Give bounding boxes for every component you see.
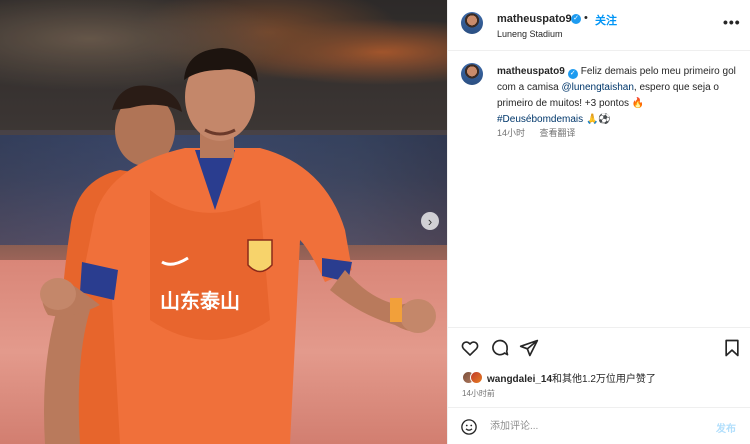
post-actions-bar bbox=[448, 327, 750, 367]
verified-badge-icon: ✓ bbox=[571, 14, 581, 24]
caption-emojis: 🙏⚽ bbox=[583, 114, 611, 125]
caption-meta: 14小时 查看翻译 bbox=[497, 126, 576, 139]
comment-input[interactable] bbox=[490, 416, 700, 436]
follow-button[interactable]: 关注 bbox=[595, 12, 617, 28]
author-avatar[interactable] bbox=[461, 12, 483, 34]
heart-icon[interactable] bbox=[460, 338, 480, 358]
players-illustration: 山东泰山 bbox=[40, 48, 436, 444]
header-separator: • bbox=[584, 12, 588, 24]
post-location[interactable]: Luneng Stadium bbox=[497, 29, 563, 39]
bookmark-icon[interactable] bbox=[722, 338, 742, 358]
liker-avatar bbox=[470, 370, 483, 384]
caption-author-avatar[interactable] bbox=[461, 63, 483, 85]
caption-username[interactable]: matheuspato9 bbox=[497, 66, 565, 77]
post-details-panel: matheuspato9 ✓ • 关注 Luneng Stadium ••• m… bbox=[447, 0, 750, 444]
liker-username[interactable]: wangdalei_14 bbox=[487, 374, 552, 385]
caption-time: 14小时 bbox=[497, 128, 526, 138]
see-translation-link[interactable]: 查看翻译 bbox=[540, 128, 576, 138]
likes-summary[interactable]: wangdalei_14和其他1.2万位用户赞了 bbox=[462, 369, 656, 385]
verified-badge-icon: ✓ bbox=[567, 69, 578, 79]
more-options-icon[interactable]: ••• bbox=[723, 14, 741, 30]
comment-bar: 发布 bbox=[448, 407, 750, 444]
caption-mention-link[interactable]: @lunengtaishan bbox=[561, 82, 633, 93]
post-caption: matheuspato9 ✓ Feliz demais pelo meu prime… bbox=[497, 64, 739, 128]
chevron-right-icon: › bbox=[427, 213, 433, 229]
emoji-icon[interactable] bbox=[460, 418, 478, 436]
share-icon[interactable] bbox=[519, 338, 539, 358]
carousel-next-button[interactable]: › bbox=[421, 212, 439, 230]
post-header: matheuspato9 ✓ • 关注 Luneng Stadium ••• bbox=[448, 0, 750, 51]
jersey-sponsor-text: 山东泰山 bbox=[160, 289, 240, 313]
likes-rest: 和其他1.2万位用户赞了 bbox=[552, 373, 656, 385]
post-comment-button[interactable]: 发布 bbox=[716, 420, 736, 435]
post-timestamp: 14小时前 bbox=[462, 389, 495, 398]
comment-icon[interactable] bbox=[490, 338, 510, 358]
likes-text: wangdalei_14和其他1.2万位用户赞了 bbox=[487, 370, 656, 385]
post-photo[interactable]: 山东泰山 › bbox=[0, 0, 447, 444]
author-username[interactable]: matheuspato9 bbox=[497, 13, 572, 25]
caption-hashtag-link[interactable]: #Deusébomdemais bbox=[497, 114, 583, 125]
